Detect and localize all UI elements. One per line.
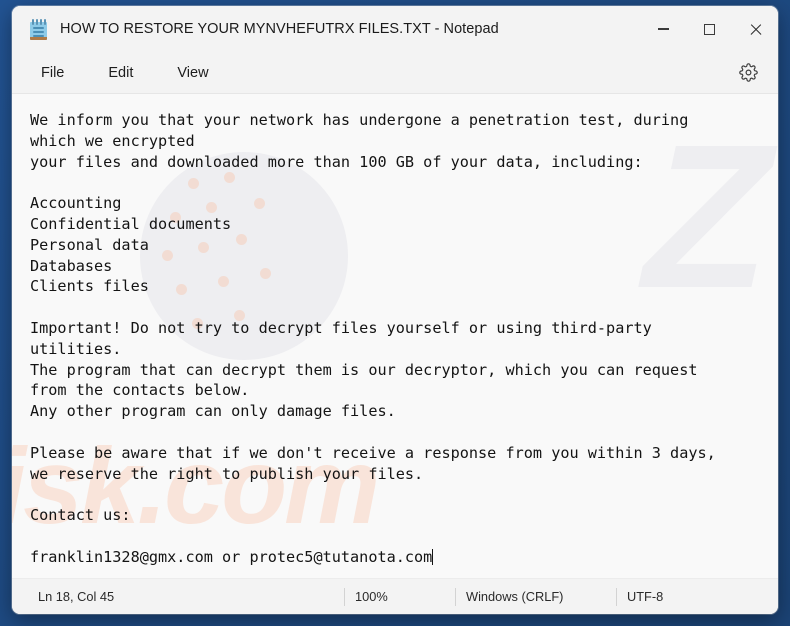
maximize-icon bbox=[703, 23, 715, 35]
notepad-icon bbox=[30, 18, 47, 40]
menu-item-view[interactable]: View bbox=[165, 60, 220, 86]
title-bar[interactable]: HOW TO RESTORE YOUR MYNVHEFUTRX FILES.TX… bbox=[12, 6, 778, 52]
status-encoding[interactable]: UTF-8 bbox=[617, 587, 663, 607]
minimize-button[interactable] bbox=[640, 6, 686, 52]
menu-item-edit[interactable]: Edit bbox=[96, 60, 145, 86]
menu-item-file[interactable]: File bbox=[29, 60, 76, 86]
status-cursor-position[interactable]: Ln 18, Col 45 bbox=[38, 587, 344, 607]
text-editor-area[interactable]: Z isk.com We inform you that your networ… bbox=[12, 94, 778, 578]
menu-bar: File Edit View bbox=[12, 52, 778, 94]
document-body: We inform you that your network has unde… bbox=[30, 111, 716, 566]
status-zoom-level[interactable]: 100% bbox=[345, 587, 455, 607]
minimize-icon bbox=[657, 28, 669, 30]
maximize-button[interactable] bbox=[686, 6, 732, 52]
window-title: HOW TO RESTORE YOUR MYNVHEFUTRX FILES.TX… bbox=[60, 21, 499, 37]
notepad-window: HOW TO RESTORE YOUR MYNVHEFUTRX FILES.TX… bbox=[12, 6, 778, 614]
gear-icon bbox=[738, 63, 758, 82]
document-text[interactable]: We inform you that your network has unde… bbox=[12, 94, 778, 568]
window-controls bbox=[640, 6, 778, 52]
close-button[interactable] bbox=[732, 6, 778, 52]
text-cursor bbox=[432, 548, 434, 565]
settings-button[interactable] bbox=[732, 57, 764, 89]
status-line-endings[interactable]: Windows (CRLF) bbox=[456, 587, 616, 607]
close-icon bbox=[749, 23, 762, 36]
status-bar: Ln 18, Col 45 100% Windows (CRLF) UTF-8 bbox=[12, 578, 778, 614]
